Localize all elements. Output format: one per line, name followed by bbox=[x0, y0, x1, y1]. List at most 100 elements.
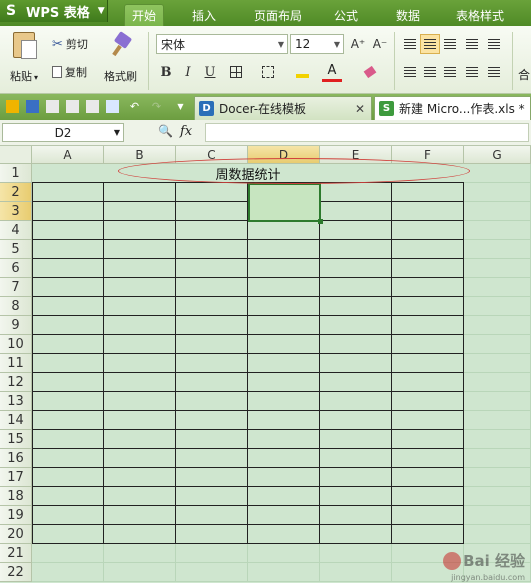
cell-f8[interactable] bbox=[392, 297, 464, 316]
cell-b6[interactable] bbox=[104, 259, 176, 278]
formula-input[interactable] bbox=[205, 123, 529, 142]
cell-b10[interactable] bbox=[104, 335, 176, 354]
cell-f6[interactable] bbox=[392, 259, 464, 278]
cell-c16[interactable] bbox=[176, 449, 248, 468]
cell-a14[interactable] bbox=[32, 411, 104, 430]
row-header-8[interactable]: 8 bbox=[0, 297, 32, 316]
cell-c22[interactable] bbox=[176, 563, 248, 582]
row-header-20[interactable]: 20 bbox=[0, 525, 32, 544]
cell-b15[interactable] bbox=[104, 430, 176, 449]
print-preview-icon[interactable] bbox=[86, 100, 99, 113]
cell-c17[interactable] bbox=[176, 468, 248, 487]
cell-e7[interactable] bbox=[320, 278, 392, 297]
cell-b8[interactable] bbox=[104, 297, 176, 316]
undo-icon[interactable]: ↶ bbox=[128, 100, 141, 113]
row-header-14[interactable]: 14 bbox=[0, 411, 32, 430]
spreadsheet-grid[interactable]: A B C D E F G 1 2 3 4 5 6 7 8 9 10 11 12 13 14 15 16 17 18 19 20 21… bbox=[0, 146, 531, 583]
cell-b16[interactable] bbox=[104, 449, 176, 468]
cell-a5[interactable] bbox=[32, 240, 104, 259]
cell-c18[interactable] bbox=[176, 487, 248, 506]
cell-d15[interactable] bbox=[248, 430, 320, 449]
mail-icon[interactable] bbox=[106, 100, 119, 113]
cell-c6[interactable] bbox=[176, 259, 248, 278]
cell-a15[interactable] bbox=[32, 430, 104, 449]
cell-b14[interactable] bbox=[104, 411, 176, 430]
cell-d5[interactable] bbox=[248, 240, 320, 259]
cell-a7[interactable] bbox=[32, 278, 104, 297]
cell-b13[interactable] bbox=[104, 392, 176, 411]
cell-d4[interactable] bbox=[248, 221, 320, 240]
cell-e9[interactable] bbox=[320, 316, 392, 335]
cell-a18[interactable] bbox=[32, 487, 104, 506]
row-header-15[interactable]: 15 bbox=[0, 430, 32, 449]
cell-e19[interactable] bbox=[320, 506, 392, 525]
cell-g9[interactable] bbox=[464, 316, 531, 335]
select-all-corner[interactable] bbox=[0, 146, 32, 164]
save-icon[interactable] bbox=[26, 100, 39, 113]
cell-f12[interactable] bbox=[392, 373, 464, 392]
cell-b11[interactable] bbox=[104, 354, 176, 373]
cell-b21[interactable] bbox=[104, 544, 176, 563]
cell-g2[interactable] bbox=[464, 183, 531, 202]
cell-d17[interactable] bbox=[248, 468, 320, 487]
cut-button[interactable]: ✂ 剪切 bbox=[52, 36, 88, 52]
cell-f5[interactable] bbox=[392, 240, 464, 259]
cell-c14[interactable] bbox=[176, 411, 248, 430]
cell-g3[interactable] bbox=[464, 202, 531, 221]
cell-g6[interactable] bbox=[464, 259, 531, 278]
cell-d8[interactable] bbox=[248, 297, 320, 316]
cell-e16[interactable] bbox=[320, 449, 392, 468]
cell-a9[interactable] bbox=[32, 316, 104, 335]
cell-a4[interactable] bbox=[32, 221, 104, 240]
cell-e8[interactable] bbox=[320, 297, 392, 316]
row-header-10[interactable]: 10 bbox=[0, 335, 32, 354]
row-header-17[interactable]: 17 bbox=[0, 468, 32, 487]
font-color-button[interactable]: A bbox=[322, 62, 342, 82]
cell-g20[interactable] bbox=[464, 525, 531, 544]
redo-icon[interactable]: ↷ bbox=[150, 100, 163, 113]
cell-d18[interactable] bbox=[248, 487, 320, 506]
name-box[interactable]: D2 ▼ bbox=[2, 123, 124, 142]
search-icon[interactable]: 🔍 bbox=[158, 124, 173, 138]
align-bottom-button[interactable] bbox=[440, 34, 460, 54]
cell-f9[interactable] bbox=[392, 316, 464, 335]
cell-c20[interactable] bbox=[176, 525, 248, 544]
cell-f10[interactable] bbox=[392, 335, 464, 354]
chevron-down-icon[interactable]: ▼ bbox=[174, 100, 187, 113]
column-header-a[interactable]: A bbox=[32, 146, 104, 164]
cell-f13[interactable] bbox=[392, 392, 464, 411]
row-header-1[interactable]: 1 bbox=[0, 164, 32, 183]
paste-button[interactable]: 粘贴 ▾ bbox=[10, 32, 38, 84]
cell-c10[interactable] bbox=[176, 335, 248, 354]
cell-d16[interactable] bbox=[248, 449, 320, 468]
cell-d14[interactable] bbox=[248, 411, 320, 430]
cell-e3[interactable] bbox=[320, 202, 392, 221]
cell-g14[interactable] bbox=[464, 411, 531, 430]
cell-d19[interactable] bbox=[248, 506, 320, 525]
cell-g5[interactable] bbox=[464, 240, 531, 259]
cell-a16[interactable] bbox=[32, 449, 104, 468]
distribute-button[interactable] bbox=[484, 62, 504, 82]
cell-d12[interactable] bbox=[248, 373, 320, 392]
cell-a21[interactable] bbox=[32, 544, 104, 563]
cell-b17[interactable] bbox=[104, 468, 176, 487]
cell-b19[interactable] bbox=[104, 506, 176, 525]
cell-g12[interactable] bbox=[464, 373, 531, 392]
fill-color-button[interactable] bbox=[292, 62, 312, 82]
cell-c4[interactable] bbox=[176, 221, 248, 240]
cell-a8[interactable] bbox=[32, 297, 104, 316]
doc-tab-workbook[interactable]: S 新建 Micro...作表.xls * bbox=[374, 96, 531, 120]
tab-formulas[interactable]: 公式 bbox=[326, 4, 366, 26]
cell-g16[interactable] bbox=[464, 449, 531, 468]
cell-c9[interactable] bbox=[176, 316, 248, 335]
justify-button[interactable] bbox=[462, 62, 482, 82]
cell-a22[interactable] bbox=[32, 563, 104, 582]
cell-a12[interactable] bbox=[32, 373, 104, 392]
cell-f3[interactable] bbox=[392, 202, 464, 221]
cell-e2[interactable] bbox=[320, 183, 392, 202]
align-center-button[interactable] bbox=[420, 62, 440, 82]
cell-g8[interactable] bbox=[464, 297, 531, 316]
row-header-4[interactable]: 4 bbox=[0, 221, 32, 240]
font-name-select[interactable]: 宋体 ▼ bbox=[156, 34, 288, 54]
shrink-font-button[interactable]: A⁻ bbox=[370, 34, 390, 54]
